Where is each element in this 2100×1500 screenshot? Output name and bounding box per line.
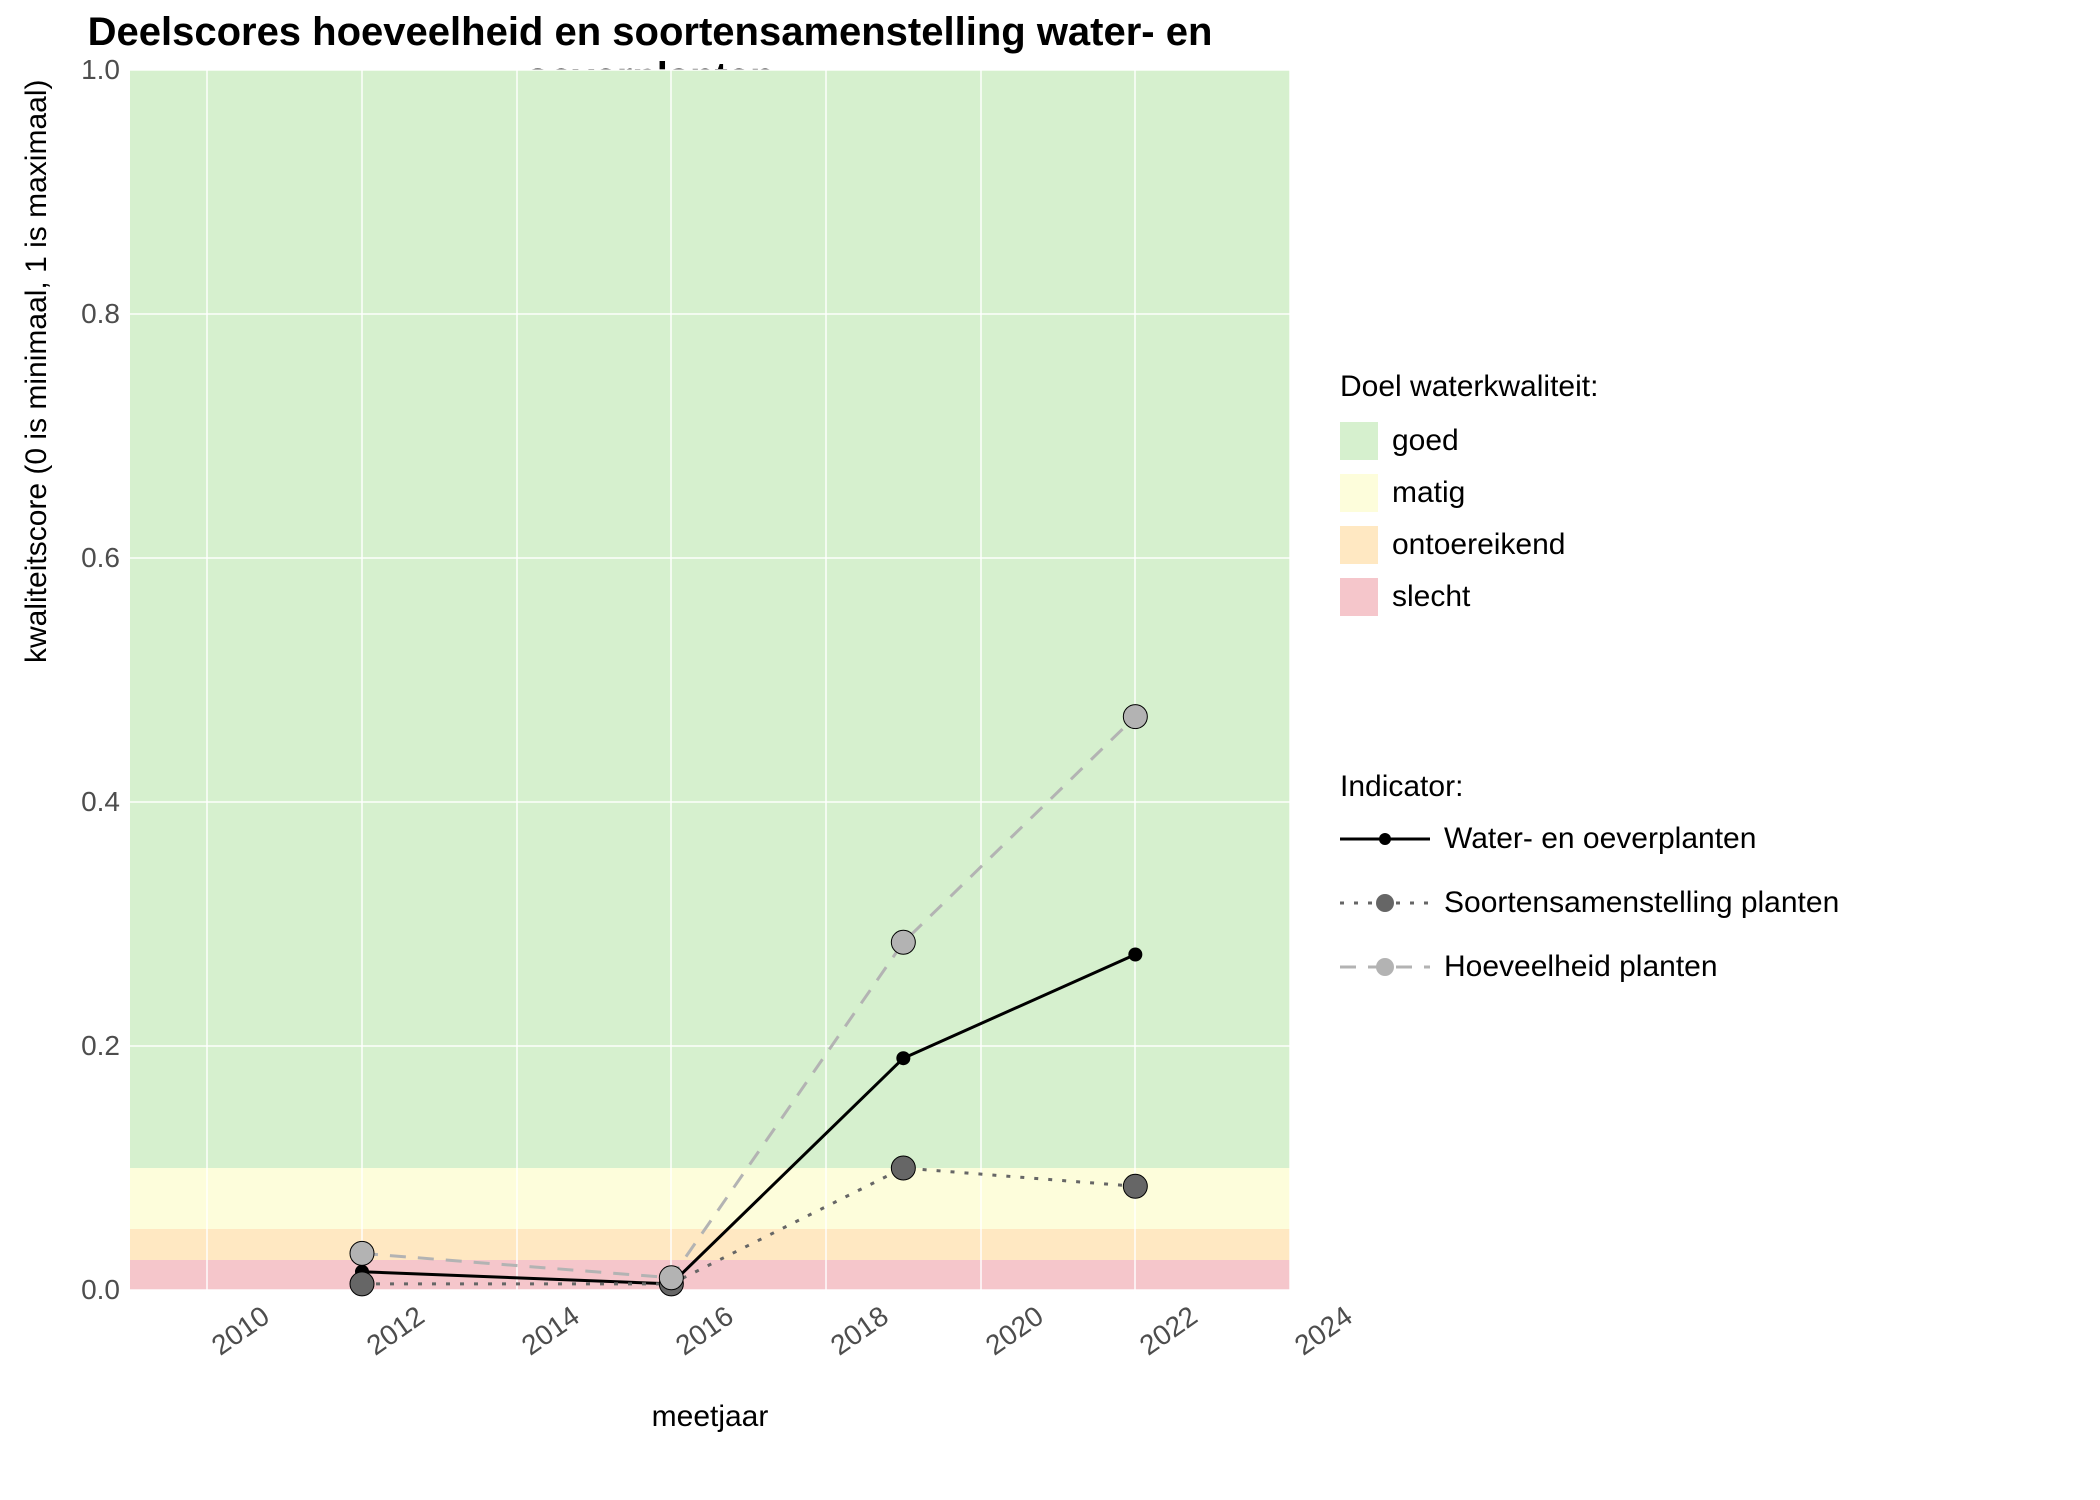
- x-tick-label: 2024: [1274, 1300, 1358, 1372]
- y-tick-label: 0.8: [60, 298, 120, 330]
- legend-quality: Doel waterkwaliteit: goed matig ontoereike…: [1340, 370, 1598, 630]
- series-point: [896, 1051, 910, 1065]
- x-tick-label: 2010: [192, 1300, 276, 1372]
- y-tick-label: 0.2: [60, 1030, 120, 1062]
- series-point: [659, 1266, 683, 1290]
- y-tick-label: 0.0: [60, 1274, 120, 1306]
- legend-indicator-item: Water- en oeverplanten: [1340, 822, 1839, 856]
- legend-indicator-items: Water- en oeverplanten Soortensamenstelli…: [1340, 822, 1839, 984]
- legend-line-sample: [1340, 952, 1430, 982]
- legend-indicator-label: Water- en oeverplanten: [1444, 822, 1756, 856]
- x-axis-label: meetjaar: [130, 1400, 1290, 1434]
- series-point: [891, 930, 915, 954]
- legend-quality-item: goed: [1340, 422, 1598, 460]
- series-line: [362, 1168, 1135, 1284]
- legend-line-sample: [1340, 824, 1430, 854]
- plot-svg: [130, 70, 1290, 1290]
- x-tick-label: 2014: [501, 1300, 585, 1372]
- legend-quality-label: slecht: [1392, 580, 1470, 614]
- series-line: [362, 717, 1135, 1278]
- legend-quality-item: slecht: [1340, 578, 1598, 616]
- series-point: [1128, 948, 1142, 962]
- x-tick-label: 2020: [965, 1300, 1049, 1372]
- legend-swatch: [1340, 474, 1378, 512]
- x-tick-label: 2016: [656, 1300, 740, 1372]
- series-point: [350, 1241, 374, 1265]
- legend-quality-items: goed matig ontoereikend slecht: [1340, 422, 1598, 616]
- series-line: [362, 955, 1135, 1284]
- legend-quality-label: matig: [1392, 476, 1465, 510]
- y-axis-label: kwaliteitscore (0 is minimaal, 1 is maxi…: [20, 80, 54, 663]
- x-tick-label: 2022: [1120, 1300, 1204, 1372]
- legend-indicator: Indicator: Water- en oeverplanten Soorten…: [1340, 770, 1839, 1014]
- plot-area: [130, 70, 1290, 1290]
- chart-container: Deelscores hoeveelheid en soortensamenst…: [0, 0, 2100, 1500]
- legend-quality-item: matig: [1340, 474, 1598, 512]
- legend-indicator-item: Hoeveelheid planten: [1340, 950, 1839, 984]
- x-tick-label: 2018: [810, 1300, 894, 1372]
- legend-indicator-item: Soortensamenstelling planten: [1340, 886, 1839, 920]
- y-tick-label: 0.6: [60, 542, 120, 574]
- legend-quality-title: Doel waterkwaliteit:: [1340, 370, 1598, 404]
- legend-indicator-title: Indicator:: [1340, 770, 1839, 804]
- series-point: [891, 1156, 915, 1180]
- series-point: [1123, 1174, 1147, 1198]
- legend-indicator-label: Hoeveelheid planten: [1444, 950, 1718, 984]
- legend-quality-label: goed: [1392, 424, 1459, 458]
- series-point: [1123, 705, 1147, 729]
- legend-swatch: [1340, 578, 1378, 616]
- legend-line-sample: [1340, 888, 1430, 918]
- legend-quality-item: ontoereikend: [1340, 526, 1598, 564]
- legend-quality-label: ontoereikend: [1392, 528, 1565, 562]
- legend-swatch: [1340, 422, 1378, 460]
- legend-indicator-label: Soortensamenstelling planten: [1444, 886, 1839, 920]
- legend-swatch: [1340, 526, 1378, 564]
- x-tick-label: 2012: [346, 1300, 430, 1372]
- y-tick-label: 0.4: [60, 786, 120, 818]
- y-tick-label: 1.0: [60, 54, 120, 86]
- series-point: [350, 1272, 374, 1296]
